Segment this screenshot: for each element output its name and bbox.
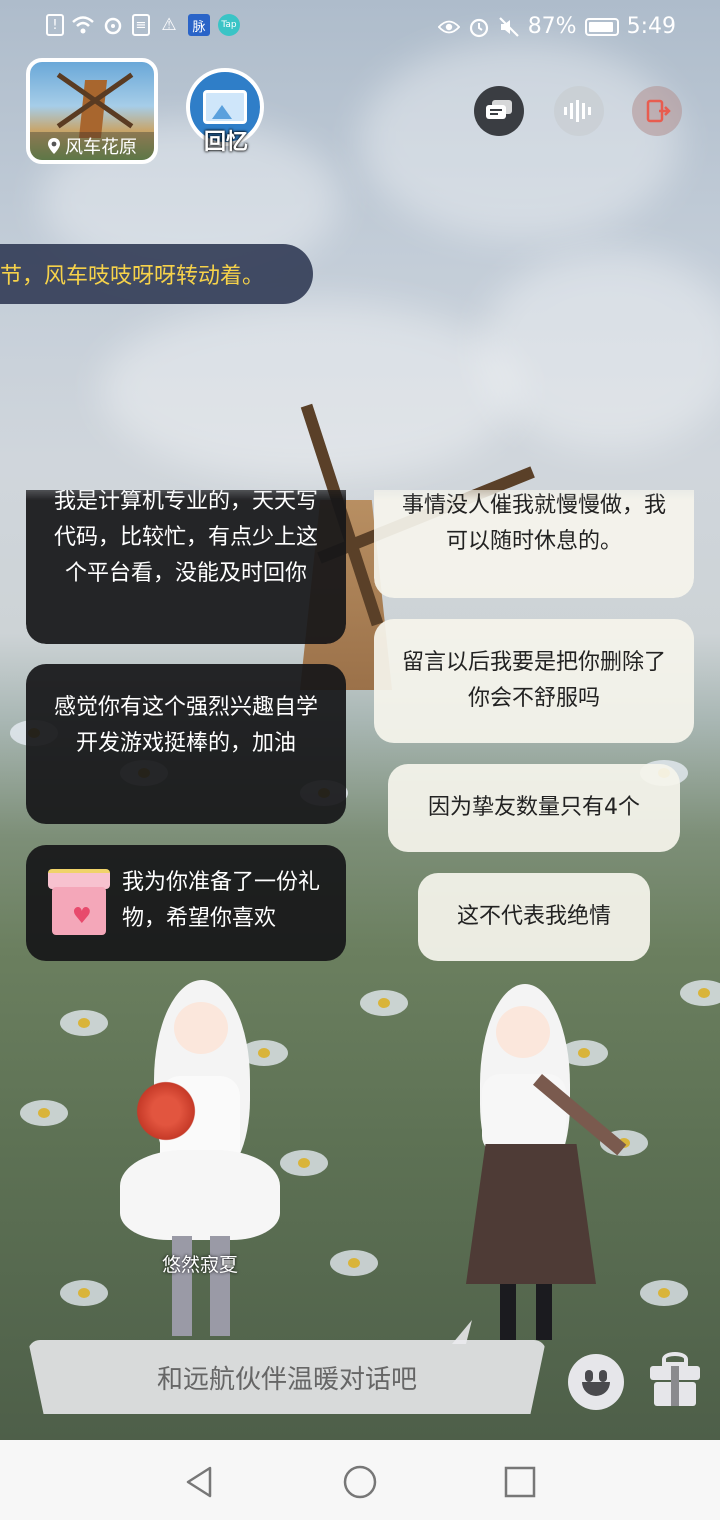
chat-history-button[interactable] [474, 86, 524, 136]
character-name: 悠然寂夏 [161, 1254, 238, 1276]
home-circle-icon [343, 1465, 377, 1499]
chat-text: 事情没人催我就慢慢做，我可以随时休息的。 [401, 493, 666, 554]
chat-text: 因为挚友数量只有4个 [428, 795, 640, 820]
memory-button[interactable]: 回忆 [186, 68, 266, 155]
chat-area[interactable]: 我是计算机专业的，天天写代码，比较忙，有点少上这个平台看，没能及时回你 感觉你有… [0, 490, 720, 970]
dress [120, 1150, 280, 1240]
gift-box-icon: ♥ [48, 869, 110, 935]
chat-bubble-right: 事情没人催我就慢慢做，我可以随时休息的。 [374, 490, 694, 598]
partner-character[interactable] [452, 984, 652, 1344]
nav-recents-button[interactable] [500, 1462, 540, 1502]
memory-label: 回忆 [203, 130, 248, 155]
back-triangle-icon [186, 1466, 212, 1498]
nav-home-button[interactable] [340, 1462, 380, 1502]
cloud [480, 250, 720, 450]
smiley-icon [585, 1370, 593, 1382]
game-scene: ! ≡ ⚠ 脉 Tap 87% 5:49 风车花原 回忆 节，风车吱吱呀呀转动着… [0, 0, 720, 1440]
chat-input-placeholder: 和远航伙伴温暖对话吧 [156, 1364, 417, 1395]
chat-bubble-left: 我是计算机专业的，天天写代码，比较忙，有点少上这个平台看，没能及时回你 [26, 490, 346, 644]
chat-bubble-right: 因为挚友数量只有4个 [388, 764, 680, 852]
cloud [360, 40, 680, 240]
narration-banner: 节，风车吱吱呀呀转动着。 [0, 244, 313, 304]
wifi-icon [72, 14, 94, 36]
system-nav-bar [0, 1440, 720, 1520]
taptap-icon: Tap [218, 14, 240, 36]
exit-door-icon [646, 99, 671, 123]
warning-icon: ⚠ [161, 15, 177, 35]
player-character[interactable] [120, 980, 280, 1340]
recents-square-icon [504, 1466, 536, 1498]
clock-time: 5:49 [626, 14, 676, 39]
nav-back-button[interactable] [180, 1462, 220, 1502]
chat-bubbles-icon [486, 100, 512, 119]
location-name: 风车花原 [65, 137, 137, 158]
location-card[interactable]: 风车花原 [26, 58, 158, 164]
chat-bubble-left: 感觉你有这个强烈兴趣自学开发游戏挺棒的，加油 [26, 664, 346, 824]
flower-bouquet [134, 1076, 198, 1146]
notification-icon: ! [46, 14, 64, 36]
status-bar: ! ≡ ⚠ 脉 Tap 87% 5:49 [0, 0, 720, 56]
eye-icon [437, 16, 460, 38]
chat-text: 我是计算机专业的，天天写代码，比较忙，有点少上这个平台看，没能及时回你 [53, 490, 318, 586]
chat-bubble-right: 留言以后我要是把你删除了你会不舒服吗 [374, 619, 694, 743]
mute-icon [498, 16, 520, 38]
battery-percent: 87% [527, 14, 577, 39]
chat-bubble-right: 这不代表我绝情 [418, 873, 650, 961]
file-icon: ≡ [132, 14, 150, 36]
narration-text: 节，风车吱吱呀呀转动着。 [0, 264, 265, 289]
voice-button[interactable] [554, 86, 604, 136]
chat-input[interactable]: 和远航伙伴温暖对话吧 [28, 1340, 546, 1414]
chat-text: 这不代表我绝情 [456, 904, 611, 929]
emoji-button[interactable] [568, 1354, 624, 1410]
exit-button[interactable] [632, 86, 682, 136]
gift-message-bubble[interactable]: ♥ 我为你准备了一份礼物，希望你喜欢 [26, 845, 346, 961]
chat-text: 留言以后我要是把你删除了你会不舒服吗 [401, 650, 666, 711]
gift-icon [662, 1352, 688, 1366]
location-label: 风车花原 [30, 132, 154, 160]
mai-app-icon: 脉 [188, 14, 210, 36]
battery-icon [584, 17, 619, 36]
chat-text: 我为你准备了一份礼物，希望你喜欢 [122, 870, 321, 931]
weibo-icon [102, 14, 124, 36]
gift-button[interactable] [650, 1352, 700, 1408]
cloud [100, 300, 520, 480]
sound-wave-icon [564, 100, 591, 122]
skirt [466, 1144, 596, 1284]
location-pin-icon [48, 138, 60, 154]
chat-text: 感觉你有这个强烈兴趣自学开发游戏挺棒的，加油 [53, 695, 318, 756]
alarm-icon [468, 16, 490, 38]
